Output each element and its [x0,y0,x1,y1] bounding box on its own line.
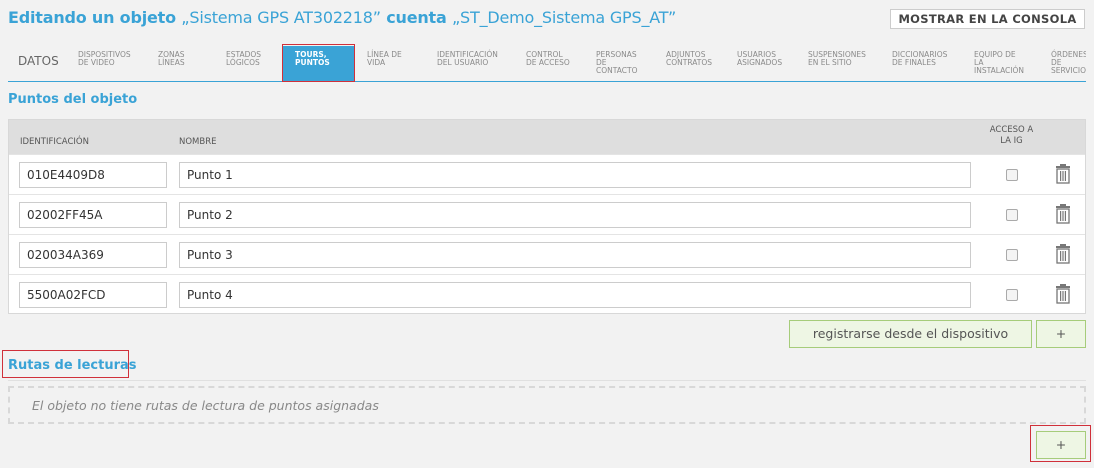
routes-section-title: Rutas de lecturas [8,358,137,373]
tab-label-line: INSTALACIÓN [974,66,1025,75]
tab-datos[interactable]: DATOS [8,46,66,81]
point-name-field[interactable] [179,242,971,268]
tab-label-line: ASIGNADOS [737,58,783,67]
account-label: cuenta [386,8,447,27]
tab-diccionarios-de-finales[interactable]: DICCIONARIOS DE FINALES [888,46,966,81]
page-title: Editando un objeto „Sistema GPS AT302218… [8,8,676,27]
point-id-field[interactable] [19,202,167,228]
tab-usuarios-asignados[interactable]: USUARIOS ASIGNADOS [733,46,800,81]
access-ig-checkbox[interactable] [1006,249,1018,261]
point-name-field[interactable] [179,202,971,228]
table-row [9,274,1085,314]
tab-label-line: CONTRATOS [666,58,713,67]
trash-icon[interactable] [1055,164,1071,184]
tab-tours-puntos[interactable]: TOURS, PUNTOS [283,46,354,81]
tab-label-line: EQUIPO DE [974,50,1016,59]
tab-órdenes-de-servicio[interactable]: ÓRDENES DE SERVICIO [1047,46,1086,81]
access-ig-checkbox[interactable] [1006,169,1018,181]
add-route-button[interactable]: + [1036,431,1086,459]
object-name: „Sistema GPS AT302218” [181,8,381,27]
column-header-id: IDENTIFICACIÓN [20,137,89,147]
tab-label-line: CONTACTO [596,66,638,75]
table-row [9,154,1085,194]
point-id-field[interactable] [19,162,167,188]
table-row [9,194,1085,234]
table-row [9,234,1085,274]
tab-bar: DATOS DISPOSITIVOS DE VIDEO ZONAS LÍNEAS ESTA… [8,46,1086,82]
point-id-field[interactable] [19,282,167,308]
routes-empty-message: El objeto no tiene rutas de lectura de p… [8,386,1086,424]
title-prefix: Editando un objeto [8,8,176,27]
tab-label-line: DE FINALES [892,58,936,67]
column-header-access-line2: LA IG [1000,136,1023,146]
access-ig-checkbox[interactable] [1006,209,1018,221]
trash-icon[interactable] [1055,244,1071,264]
tab-label-line: LÍNEAS [158,58,185,67]
divider [8,380,1086,381]
trash-icon[interactable] [1055,204,1071,224]
tab-línea-de-vida[interactable]: LÍNEA DE VIDA [363,46,429,81]
tab-label-line: PUNTOS [295,58,330,67]
tab-label-line: DEL USUARIO [437,58,489,67]
add-point-button[interactable]: + [1036,320,1086,348]
access-ig-checkbox[interactable] [1006,289,1018,301]
register-from-device-button[interactable]: registrarse desde el dispositivo [789,320,1032,348]
point-name-field[interactable] [179,282,971,308]
show-in-console-button[interactable]: MOSTRAR EN LA CONSOLA [890,9,1085,29]
tab-control-de-acceso[interactable]: CONTROL DE ACCESO [522,46,588,81]
tab-estados-lógicos[interactable]: ESTADOS LÓGICOS [222,46,280,81]
points-table: IDENTIFICACIÓN NOMBRE ACCESO A LA IG [8,119,1086,314]
tab-label-line: DE VIDEO [78,58,115,67]
tab-dispositivos-de-video[interactable]: DISPOSITIVOS DE VIDEO [74,46,150,81]
column-header-access: ACCESO A LA IG [979,125,1044,147]
tab-label-line: VIDA [367,58,386,67]
account-name: „ST_Demo_Sistema GPS_AT” [451,8,677,27]
tab-label-line: DATOS [18,54,59,68]
tab-label-line: LÓGICOS [226,58,260,67]
tab-label-line: SERVICIO [1051,66,1086,75]
point-id-field[interactable] [19,242,167,268]
tab-equipo-de-la-instalación[interactable]: EQUIPO DE LA INSTALACIÓN [970,46,1044,81]
tab-suspensiones-en-el-sitio[interactable]: SUSPENSIONES EN EL SITIO [804,46,884,81]
tab-label-line: DE ACCESO [526,58,570,67]
table-header: IDENTIFICACIÓN NOMBRE ACCESO A LA IG [9,120,1085,154]
column-header-name: NOMBRE [179,137,217,147]
tab-personas-de-contacto[interactable]: PERSONAS DE CONTACTO [592,46,658,81]
tab-identificación-del-usuario[interactable]: IDENTIFICACIÓN DEL USUARIO [433,46,518,81]
tab-adjuntos-contratos[interactable]: ADJUNTOS CONTRATOS [662,46,730,81]
trash-icon[interactable] [1055,284,1071,304]
tab-label-line: EN EL SITIO [808,58,852,67]
column-header-access-line1: ACCESO A [989,125,1034,135]
point-name-field[interactable] [179,162,971,188]
points-section-title: Puntos del objeto [8,92,138,107]
tab-zonas-líneas[interactable]: ZONAS LÍNEAS [154,46,218,81]
